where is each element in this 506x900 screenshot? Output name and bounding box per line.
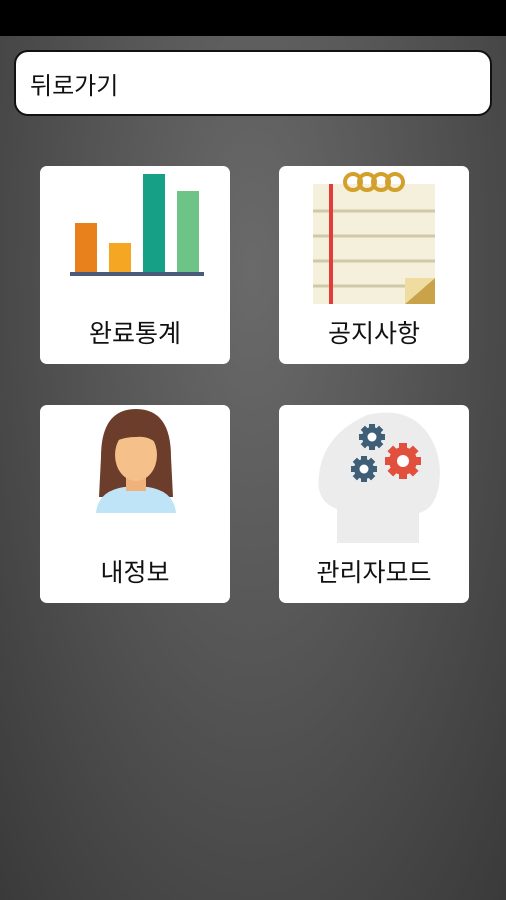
status-bar — [0, 0, 506, 36]
menu-tile-admin-mode[interactable]: 관리자모드 — [279, 405, 469, 603]
menu-tile-label: 완료통계 — [88, 319, 181, 348]
menu-tile-my-info[interactable]: 내정보 — [40, 405, 230, 603]
back-button[interactable]: 뒤로가기 — [14, 50, 492, 116]
bar-chart-icon — [70, 174, 204, 276]
menu-tile-label: 관리자모드 — [316, 558, 432, 587]
menu-tile-completion-stats[interactable]: 완료통계 — [40, 166, 230, 364]
menu-tile-label: 내정보 — [100, 558, 170, 587]
back-button-label: 뒤로가기 — [30, 71, 119, 100]
notepad-icon — [313, 172, 435, 304]
menu-tile-notices[interactable]: 공지사항 — [279, 166, 469, 364]
gears-head-icon — [318, 412, 440, 543]
user-avatar-icon — [96, 409, 176, 513]
menu-tile-label: 공지사항 — [327, 319, 420, 348]
